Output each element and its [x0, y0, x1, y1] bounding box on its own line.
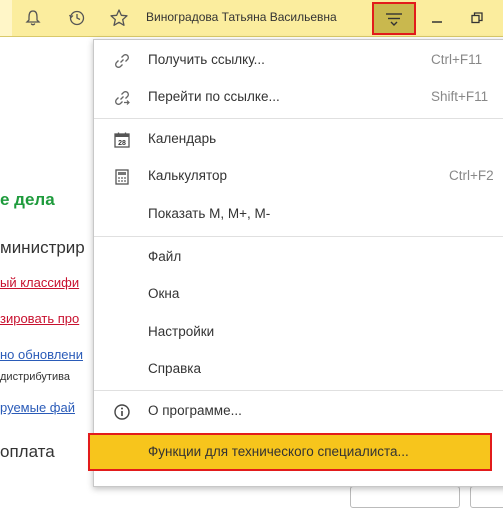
calendar-icon: 28: [112, 130, 132, 150]
menu-item-shortcut: Ctrl+F11: [431, 52, 483, 67]
calculator-icon: [112, 167, 132, 187]
star-icon[interactable]: [107, 6, 131, 30]
menu-item-windows[interactable]: Окна: [94, 276, 503, 312]
minimize-button[interactable]: [426, 8, 448, 28]
menu-item-shortcut: Shift+F11: [431, 89, 489, 104]
menu-separator: [94, 390, 503, 391]
menu-item-help[interactable]: Справка: [94, 351, 503, 387]
menu-item-label: Справка: [148, 361, 201, 376]
menu-item-label: Функции для технического специалиста...: [148, 444, 409, 459]
menu-item-label: Калькулятор: [148, 168, 228, 183]
main-menu-button[interactable]: [372, 2, 416, 35]
menu-item-label: Показать М, М+, М-: [148, 206, 271, 221]
svg-text:28: 28: [118, 140, 126, 147]
menu-item-label: Получить ссылку...: [148, 52, 265, 67]
distribution-note: дистрибутива: [0, 371, 70, 383]
menu-item-show-memory[interactable]: Показать М, М+, М-: [94, 196, 503, 232]
search-field-edge[interactable]: [0, 0, 12, 36]
menu-item-get-link[interactable]: Получить ссылку... Ctrl+F11: [94, 42, 503, 78]
page-section-heading: е дела: [0, 190, 55, 209]
menu-item-file[interactable]: Файл: [94, 239, 503, 275]
menu-lines-icon: [386, 12, 402, 26]
bottom-button-small[interactable]: [470, 486, 503, 508]
restore-icon: [471, 12, 483, 24]
menu-item-calendar[interactable]: 28 Календарь: [94, 121, 503, 157]
classifier-link[interactable]: ый классифи: [0, 275, 79, 290]
payment-section-title: оплата: [0, 442, 55, 461]
title-bar: Виноградова Татьяна Васильевна: [0, 0, 503, 37]
synchronize-link[interactable]: зировать про: [0, 311, 79, 326]
user-name[interactable]: Виноградова Татьяна Васильевна: [146, 10, 337, 24]
menu-item-calculator[interactable]: Калькулятор Ctrl+F2: [94, 158, 503, 194]
bottom-button[interactable]: [350, 486, 460, 508]
menu-item-label: Перейти по ссылке...: [148, 89, 280, 104]
menu-item-about[interactable]: О программе...: [94, 393, 503, 429]
menu-item-shortcut: Ctrl+F2: [449, 168, 494, 183]
admin-section-title: министрир: [0, 238, 85, 257]
menu-item-label: Настройки: [148, 324, 215, 339]
info-icon: [112, 402, 132, 422]
menu-item-settings[interactable]: Настройки: [94, 314, 503, 350]
menu-separator: [94, 236, 503, 237]
menu-item-goto-link[interactable]: Перейти по ссылке... Shift+F11: [94, 79, 503, 115]
menu-item-tech-functions[interactable]: Функции для технического специалиста...: [88, 433, 492, 471]
menu-item-label: Календарь: [148, 131, 217, 146]
minimize-icon: [432, 21, 442, 23]
bell-icon[interactable]: [21, 6, 45, 30]
link-icon: [112, 51, 132, 71]
restore-button[interactable]: [466, 8, 488, 28]
goto-link-icon: [112, 88, 132, 108]
update-link[interactable]: но обновлени: [0, 347, 83, 362]
menu-separator: [94, 118, 503, 119]
menu-item-label: Окна: [148, 286, 180, 301]
menu-item-label: Файл: [148, 249, 182, 264]
files-link[interactable]: руемые фай: [0, 400, 75, 415]
history-icon[interactable]: [65, 6, 89, 30]
menu-item-label: О программе...: [148, 403, 242, 418]
main-menu-dropdown: Получить ссылку... Ctrl+F11 Перейти по с…: [88, 39, 503, 487]
